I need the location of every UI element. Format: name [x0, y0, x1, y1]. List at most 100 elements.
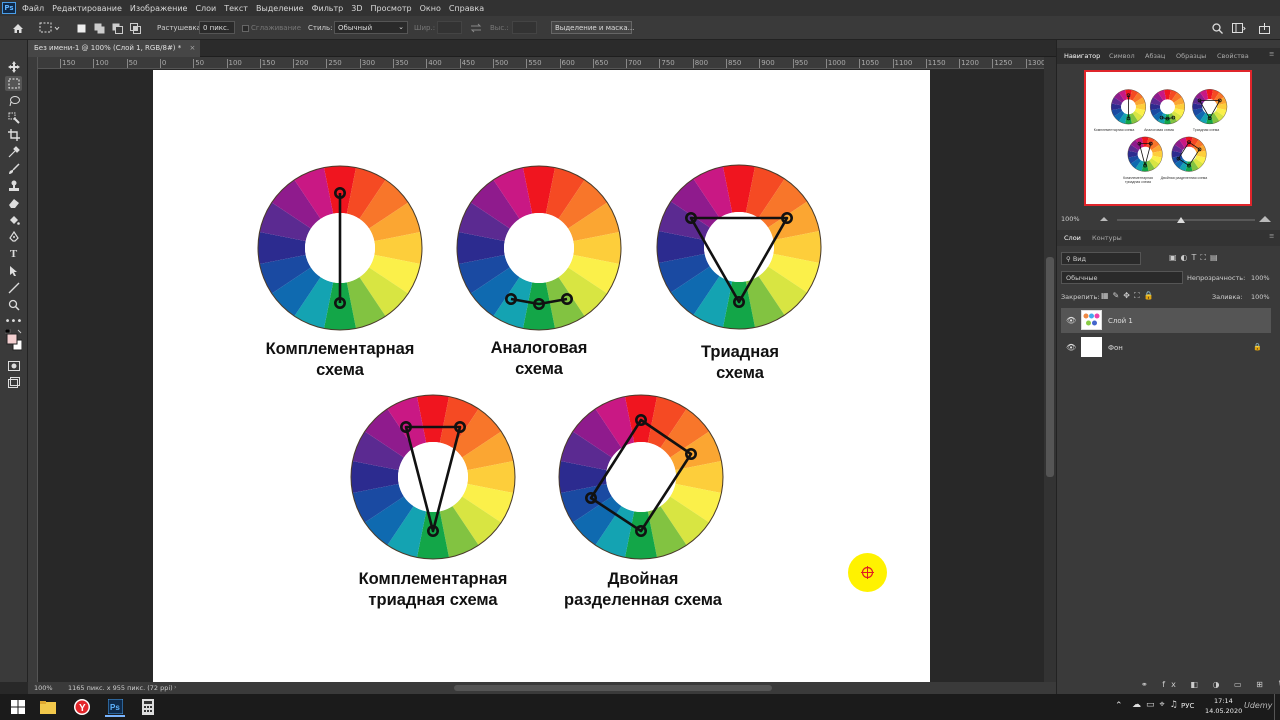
layers-panel-menu-icon[interactable]: ≡: [1269, 232, 1274, 240]
eyedropper-tool-icon[interactable]: [5, 144, 22, 159]
share-icon[interactable]: [1257, 20, 1271, 36]
menu-select[interactable]: Выделение: [256, 4, 304, 13]
color-swatches-icon[interactable]: [5, 328, 22, 354]
screen-mode-icon[interactable]: [5, 375, 22, 390]
close-tab-icon[interactable]: ×: [190, 44, 196, 52]
select-and-mask-button[interactable]: Выделение и маска...: [551, 21, 634, 34]
tab-paragraph[interactable]: Абзац: [1145, 52, 1165, 60]
caption-double-split-line1: Двойная: [607, 570, 679, 588]
new-selection-icon[interactable]: [75, 20, 87, 36]
ruler-tick-label: 0: [159, 59, 167, 68]
pen-tool-icon[interactable]: [5, 229, 22, 244]
calculator-icon[interactable]: [138, 697, 158, 717]
status-menu-arrow-icon[interactable]: ›: [174, 683, 177, 691]
tab-navigator[interactable]: Навигатор: [1064, 52, 1100, 60]
feather-input[interactable]: 0 пикс.: [199, 21, 235, 34]
horizontal-scroll-thumb[interactable]: [454, 685, 772, 691]
navigator-thumbnail[interactable]: Комплементарная схема Аналоговая схема Т…: [1084, 70, 1252, 206]
panel-menu-icon[interactable]: ≡: [1269, 50, 1274, 58]
language-indicator[interactable]: РУС: [1181, 702, 1194, 710]
height-input[interactable]: [512, 21, 537, 34]
add-selection-icon[interactable]: [92, 20, 106, 36]
menu-file[interactable]: Файл: [22, 4, 44, 13]
clock-date[interactable]: 14.05.2020: [1205, 707, 1242, 715]
tab-swatches[interactable]: Образцы: [1176, 52, 1206, 60]
menu-image[interactable]: Изображение: [130, 4, 188, 13]
tab-properties[interactable]: Свойства: [1217, 52, 1249, 60]
navigator-zoom-slider[interactable]: [1099, 214, 1279, 224]
move-tool-icon[interactable]: [5, 59, 22, 74]
document-tab[interactable]: Без имени-1 @ 100% (Слой 1, RGB/8#) * ×: [28, 40, 200, 57]
crop-tool-icon[interactable]: [5, 127, 22, 142]
workspace-icon[interactable]: [1230, 20, 1248, 36]
menu-window[interactable]: Окно: [420, 4, 441, 13]
quick-selection-tool-icon[interactable]: [5, 110, 22, 125]
paint-bucket-tool-icon[interactable]: [5, 212, 22, 227]
menu-view[interactable]: Просмотр: [371, 4, 412, 13]
visibility-eye-icon[interactable]: 👁: [1066, 343, 1076, 352]
type-tool-icon[interactable]: T: [5, 246, 22, 261]
document-canvas[interactable]: Комплементарная схема Аналоговая схема Т…: [153, 70, 930, 682]
wheel-center: [704, 212, 774, 282]
quick-mask-icon[interactable]: [5, 358, 22, 373]
antialias-checkbox[interactable]: [241, 20, 250, 36]
rectangle-tool-icon[interactable]: [5, 280, 22, 295]
style-select[interactable]: Обычный ⌄: [334, 21, 408, 34]
vertical-scroll-thumb[interactable]: [1046, 257, 1054, 477]
file-explorer-icon[interactable]: [38, 697, 58, 717]
menu-3d[interactable]: 3D: [351, 4, 362, 13]
layer-row-layer1[interactable]: 👁 Слой 1: [1061, 308, 1271, 333]
search-icon[interactable]: [1210, 20, 1224, 36]
navigator-zoom-value[interactable]: 100%: [1061, 215, 1080, 223]
windows-start-icon[interactable]: [8, 697, 28, 717]
swap-icon[interactable]: [469, 20, 483, 36]
more-tools-icon[interactable]: •••: [5, 314, 23, 329]
marquee-preset-icon[interactable]: [38, 20, 62, 36]
background-layer-name[interactable]: Фон: [1108, 344, 1123, 352]
background-thumbnail: [1081, 337, 1102, 357]
ruler-tick-label: 1050: [859, 59, 880, 68]
tab-paths[interactable]: Контуры: [1092, 234, 1122, 242]
antialias-label: Сглаживание: [251, 24, 302, 32]
show-desktop-button[interactable]: [1274, 694, 1280, 720]
blend-mode-select[interactable]: Обычные: [1061, 271, 1183, 284]
menu-layer[interactable]: Слои: [195, 4, 216, 13]
fill-value[interactable]: 100%: [1251, 293, 1270, 301]
yandex-browser-icon[interactable]: Y: [72, 697, 92, 717]
tray-icons[interactable]: ☁▭⌖♫: [1132, 700, 1183, 710]
zoom-level[interactable]: 100%: [34, 684, 53, 692]
stamp-tool-icon[interactable]: [5, 178, 22, 193]
tab-character[interactable]: Символ: [1109, 52, 1135, 60]
intersect-selection-icon[interactable]: [128, 20, 142, 36]
menu-help[interactable]: Справка: [449, 4, 484, 13]
caption-analogous-line2: схема: [515, 360, 563, 378]
menu-edit[interactable]: Редактирование: [52, 4, 122, 13]
brush-tool-icon[interactable]: [5, 161, 22, 176]
vertical-scrollbar[interactable]: [1044, 57, 1056, 682]
menu-filter[interactable]: Фильтр: [312, 4, 344, 13]
lasso-tool-icon[interactable]: [5, 93, 22, 108]
home-icon[interactable]: [10, 20, 26, 36]
eraser-tool-icon[interactable]: [5, 195, 22, 210]
layer-row-background[interactable]: 👁 Фон 🔒: [1061, 335, 1271, 360]
marquee-tool-icon[interactable]: [5, 76, 22, 91]
navigator-wheel-split-complementary: [1127, 136, 1163, 172]
ruler-tick-label: 100: [93, 59, 109, 68]
width-input[interactable]: [437, 21, 462, 34]
clock-time[interactable]: 17:14: [1214, 697, 1233, 705]
layer-filter-value: Вид: [1072, 255, 1087, 263]
tray-chevron-up-icon[interactable]: ⌃: [1115, 701, 1123, 711]
lock-icons[interactable]: ▦✎✥⛶🔒: [1101, 291, 1158, 301]
layer-filter-icons[interactable]: ▣◐T⛶▤: [1169, 253, 1222, 263]
zoom-tool-icon[interactable]: [5, 297, 22, 312]
subtract-selection-icon[interactable]: [110, 20, 124, 36]
visibility-eye-icon[interactable]: 👁: [1066, 316, 1076, 325]
layer-filter-select[interactable]: ⚲ Вид: [1061, 252, 1141, 265]
path-selection-tool-icon[interactable]: [5, 263, 22, 278]
layer1-name[interactable]: Слой 1: [1108, 317, 1133, 325]
menu-type[interactable]: Текст: [224, 4, 248, 13]
opacity-value[interactable]: 100%: [1251, 274, 1270, 282]
tab-layers[interactable]: Слои: [1064, 234, 1081, 242]
layer-actions-bar[interactable]: ⚭ fx ◧ ◑ ▭ ⊞ 🗑: [1141, 680, 1280, 689]
photoshop-taskbar-icon[interactable]: Ps: [105, 697, 125, 717]
